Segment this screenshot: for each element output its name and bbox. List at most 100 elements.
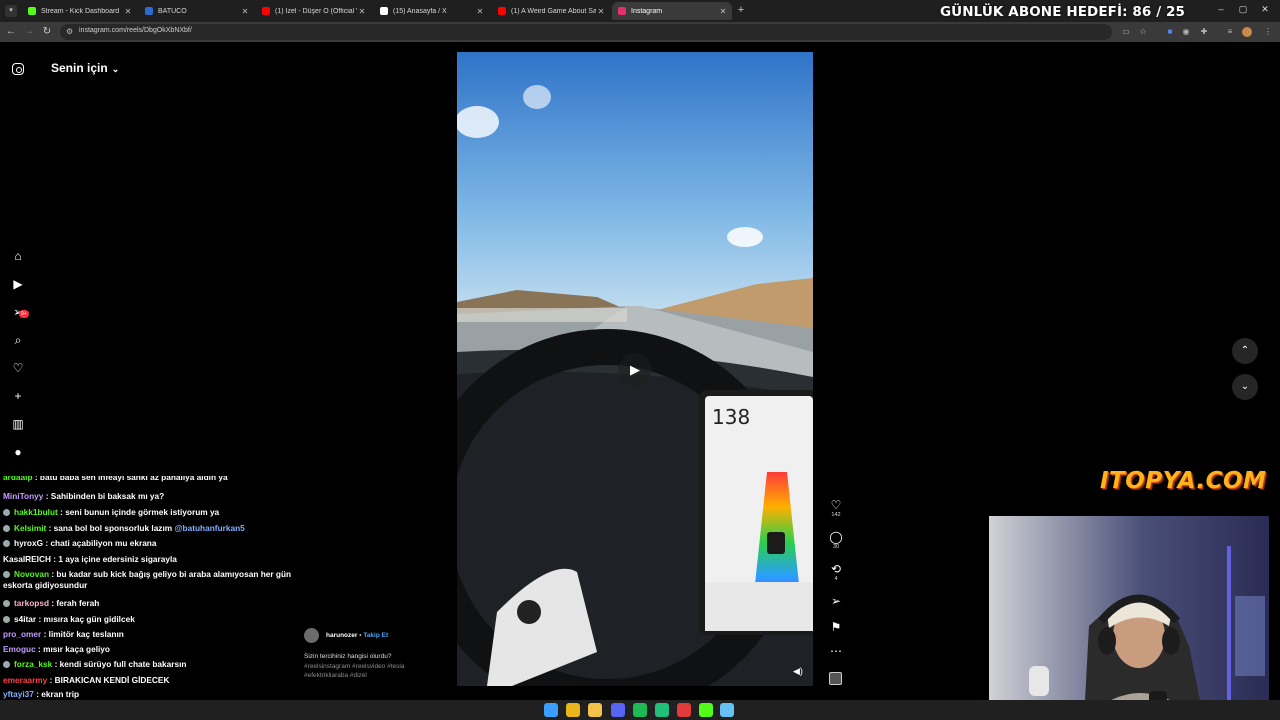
site-info-icon[interactable]: ⚙ <box>66 27 75 36</box>
chat-message: ardaalp : batu baba sen infeayi sanki az… <box>3 476 228 483</box>
chat-username[interactable]: MiniTonyy <box>3 491 43 501</box>
reel-video[interactable]: 138 ▶ ◀) <box>457 52 813 686</box>
browser-toolbar: ← → ↻ ⚙ instagram.com/reels/DbgOkXbNXbf/… <box>0 22 1280 42</box>
discord-icon[interactable] <box>611 703 625 717</box>
profile-avatar[interactable] <box>1242 27 1252 37</box>
comment-icon: ◯ <box>829 530 843 544</box>
chat-username[interactable]: emeraarmy <box>3 675 47 685</box>
browser-tab[interactable]: (15) Anasayfa / X ✕ <box>374 2 489 20</box>
forward-icon[interactable]: → <box>22 25 36 39</box>
tab-close-icon[interactable]: ✕ <box>240 7 250 16</box>
maximize-icon[interactable]: ▢ <box>1236 4 1250 15</box>
kick-icon[interactable] <box>699 703 713 717</box>
home-icon[interactable]: ⌂ <box>10 248 26 264</box>
chat-username[interactable]: tarkopsd <box>14 598 49 608</box>
next-reel-button[interactable]: ⌄ <box>1232 374 1258 400</box>
play-icon[interactable]: ▶ <box>618 353 652 387</box>
more-options-button[interactable]: ⋯ <box>828 644 844 658</box>
browser-menu-icon[interactable]: ⋮ <box>1262 26 1274 38</box>
chat-username[interactable]: Emoguc <box>3 644 36 654</box>
minimize-icon[interactable]: – <box>1214 4 1228 14</box>
browser-tab[interactable]: (1) İzel - Düşer O (Official Video)✕ <box>256 2 371 20</box>
windows-start-icon[interactable] <box>544 703 558 717</box>
chat-text: mısır kaça geliyo <box>43 644 110 654</box>
file-explorer-icon[interactable] <box>588 703 602 717</box>
chat-separator: : <box>35 644 44 654</box>
extension-icon[interactable]: ■ <box>1164 26 1176 38</box>
heart-icon: ♡ <box>830 498 842 512</box>
tab-title: Instagram <box>631 7 663 15</box>
author-username[interactable]: harunozer <box>326 632 357 639</box>
caption-hashtags[interactable]: #reelsinstagram #reelsvideo #tesla #efek… <box>304 662 424 680</box>
chat-username[interactable]: hyroxG <box>14 538 43 548</box>
chat-text: chati açabiliyon mu ekrana <box>50 538 157 548</box>
chat-message: Emoguc : mısır kaça geliyo <box>3 644 110 655</box>
chat-text: seni bunun içinde görmek istiyorum ya <box>65 507 220 517</box>
audio-thumbnail[interactable] <box>829 672 842 685</box>
reload-icon[interactable]: ↻ <box>40 25 54 39</box>
share-button[interactable]: ➢ <box>828 594 844 608</box>
chat-username[interactable]: pro_omer <box>3 629 41 639</box>
app-green-icon[interactable] <box>655 703 669 717</box>
spotify-icon[interactable] <box>633 703 647 717</box>
tab-close-icon[interactable]: ✕ <box>596 7 606 16</box>
browser-tab[interactable]: (1) A Weird Game About Sausages✕ <box>492 2 610 20</box>
browser-tab[interactable]: Instagram ✕ <box>612 2 732 20</box>
extensions-puzzle-icon[interactable]: ✚ <box>1198 26 1210 38</box>
tab-search-icon[interactable]: ▾ <box>5 5 17 17</box>
chat-message: pro_omer : limitör kaç teslanın <box>3 629 124 640</box>
back-icon[interactable]: ← <box>4 25 18 39</box>
comment-button[interactable]: ◯ 30 <box>828 530 844 551</box>
url-text[interactable]: instagram.com/reels/DbgOkXbNXbf/ <box>79 27 192 34</box>
tab-close-icon[interactable]: ✕ <box>475 7 485 16</box>
profile-icon[interactable]: ● <box>10 444 26 460</box>
repost-button[interactable]: ⟲ 4 <box>828 562 844 583</box>
chrome-icon[interactable] <box>566 703 580 717</box>
chat-username[interactable]: yftayi37 <box>3 689 34 699</box>
chat-username[interactable]: forza_ksk <box>14 659 52 669</box>
browser-tab[interactable]: Stream - Kick Dashboard ✕ <box>22 2 137 20</box>
chat-separator: : <box>36 614 44 624</box>
follow-button[interactable]: Takip Et <box>363 632 388 639</box>
browser-tab[interactable]: BATUCO ✕ <box>139 2 254 20</box>
chat-username[interactable]: hakk1bulut <box>14 507 58 517</box>
tab-close-icon[interactable]: ✕ <box>123 7 133 16</box>
search-icon[interactable]: ⌕ <box>10 332 26 348</box>
create-icon[interactable]: + <box>10 388 26 404</box>
chat-username[interactable]: s4itar <box>14 614 36 624</box>
chat-separator: : <box>32 476 40 482</box>
chat-text: limitör kaç teslanın <box>48 629 124 639</box>
chat-text: BIRAKICAN KENDİ GİDECEK <box>54 675 170 685</box>
previous-reel-button[interactable]: ⌃ <box>1232 338 1258 364</box>
tab-close-icon[interactable]: ✕ <box>718 7 728 16</box>
feed-selector[interactable]: Senin için ⌄ <box>51 61 119 75</box>
chat-message: hyroxG : chati açabiliyon mu ekrana <box>3 538 157 549</box>
steam-icon[interactable] <box>720 703 734 717</box>
app-x-icon[interactable] <box>677 703 691 717</box>
chat-message: hakk1bulut : seni bunun içinde görmek is… <box>3 507 219 518</box>
tab-close-icon[interactable]: ✕ <box>357 7 367 16</box>
stream-chat: ardaalp : batu baba sen infeayi sanki az… <box>0 476 318 720</box>
address-bar[interactable]: ⚙ instagram.com/reels/DbgOkXbNXbf/ <box>60 24 1112 40</box>
new-tab-button[interactable]: + <box>735 4 747 16</box>
media-control-icon[interactable]: ≡ <box>1224 26 1236 38</box>
chat-username[interactable]: KasalREICH <box>3 554 51 564</box>
chat-mention[interactable]: @batuhanfurkan5 <box>174 523 244 533</box>
volume-icon[interactable]: ◀) <box>793 666 803 677</box>
instagram-logo-icon[interactable] <box>12 63 24 75</box>
extension-icon[interactable]: ◉ <box>1180 26 1192 38</box>
save-button[interactable]: ⚑ <box>828 620 844 634</box>
close-window-icon[interactable]: ✕ <box>1258 4 1272 15</box>
notifications-icon[interactable]: ♡ <box>10 360 26 376</box>
chat-username[interactable]: Novovan <box>14 569 49 579</box>
like-button[interactable]: ♡ 142 <box>828 498 844 519</box>
chat-username[interactable]: ardaalp <box>3 476 33 482</box>
chat-username[interactable]: Kelsimit <box>14 523 46 533</box>
chat-message: yftayi37 : ekran trip <box>3 689 79 700</box>
dashboard-icon[interactable]: ▥ <box>10 416 26 432</box>
cast-icon[interactable]: ▭ <box>1120 26 1132 38</box>
reels-icon[interactable]: ▶ <box>10 276 26 292</box>
tab-title: (1) A Weird Game About Sausages <box>511 7 596 15</box>
bookmark-star-icon[interactable]: ☆ <box>1137 26 1149 38</box>
chat-message: forza_ksk : kendi sürüyo full chate baka… <box>3 659 186 670</box>
